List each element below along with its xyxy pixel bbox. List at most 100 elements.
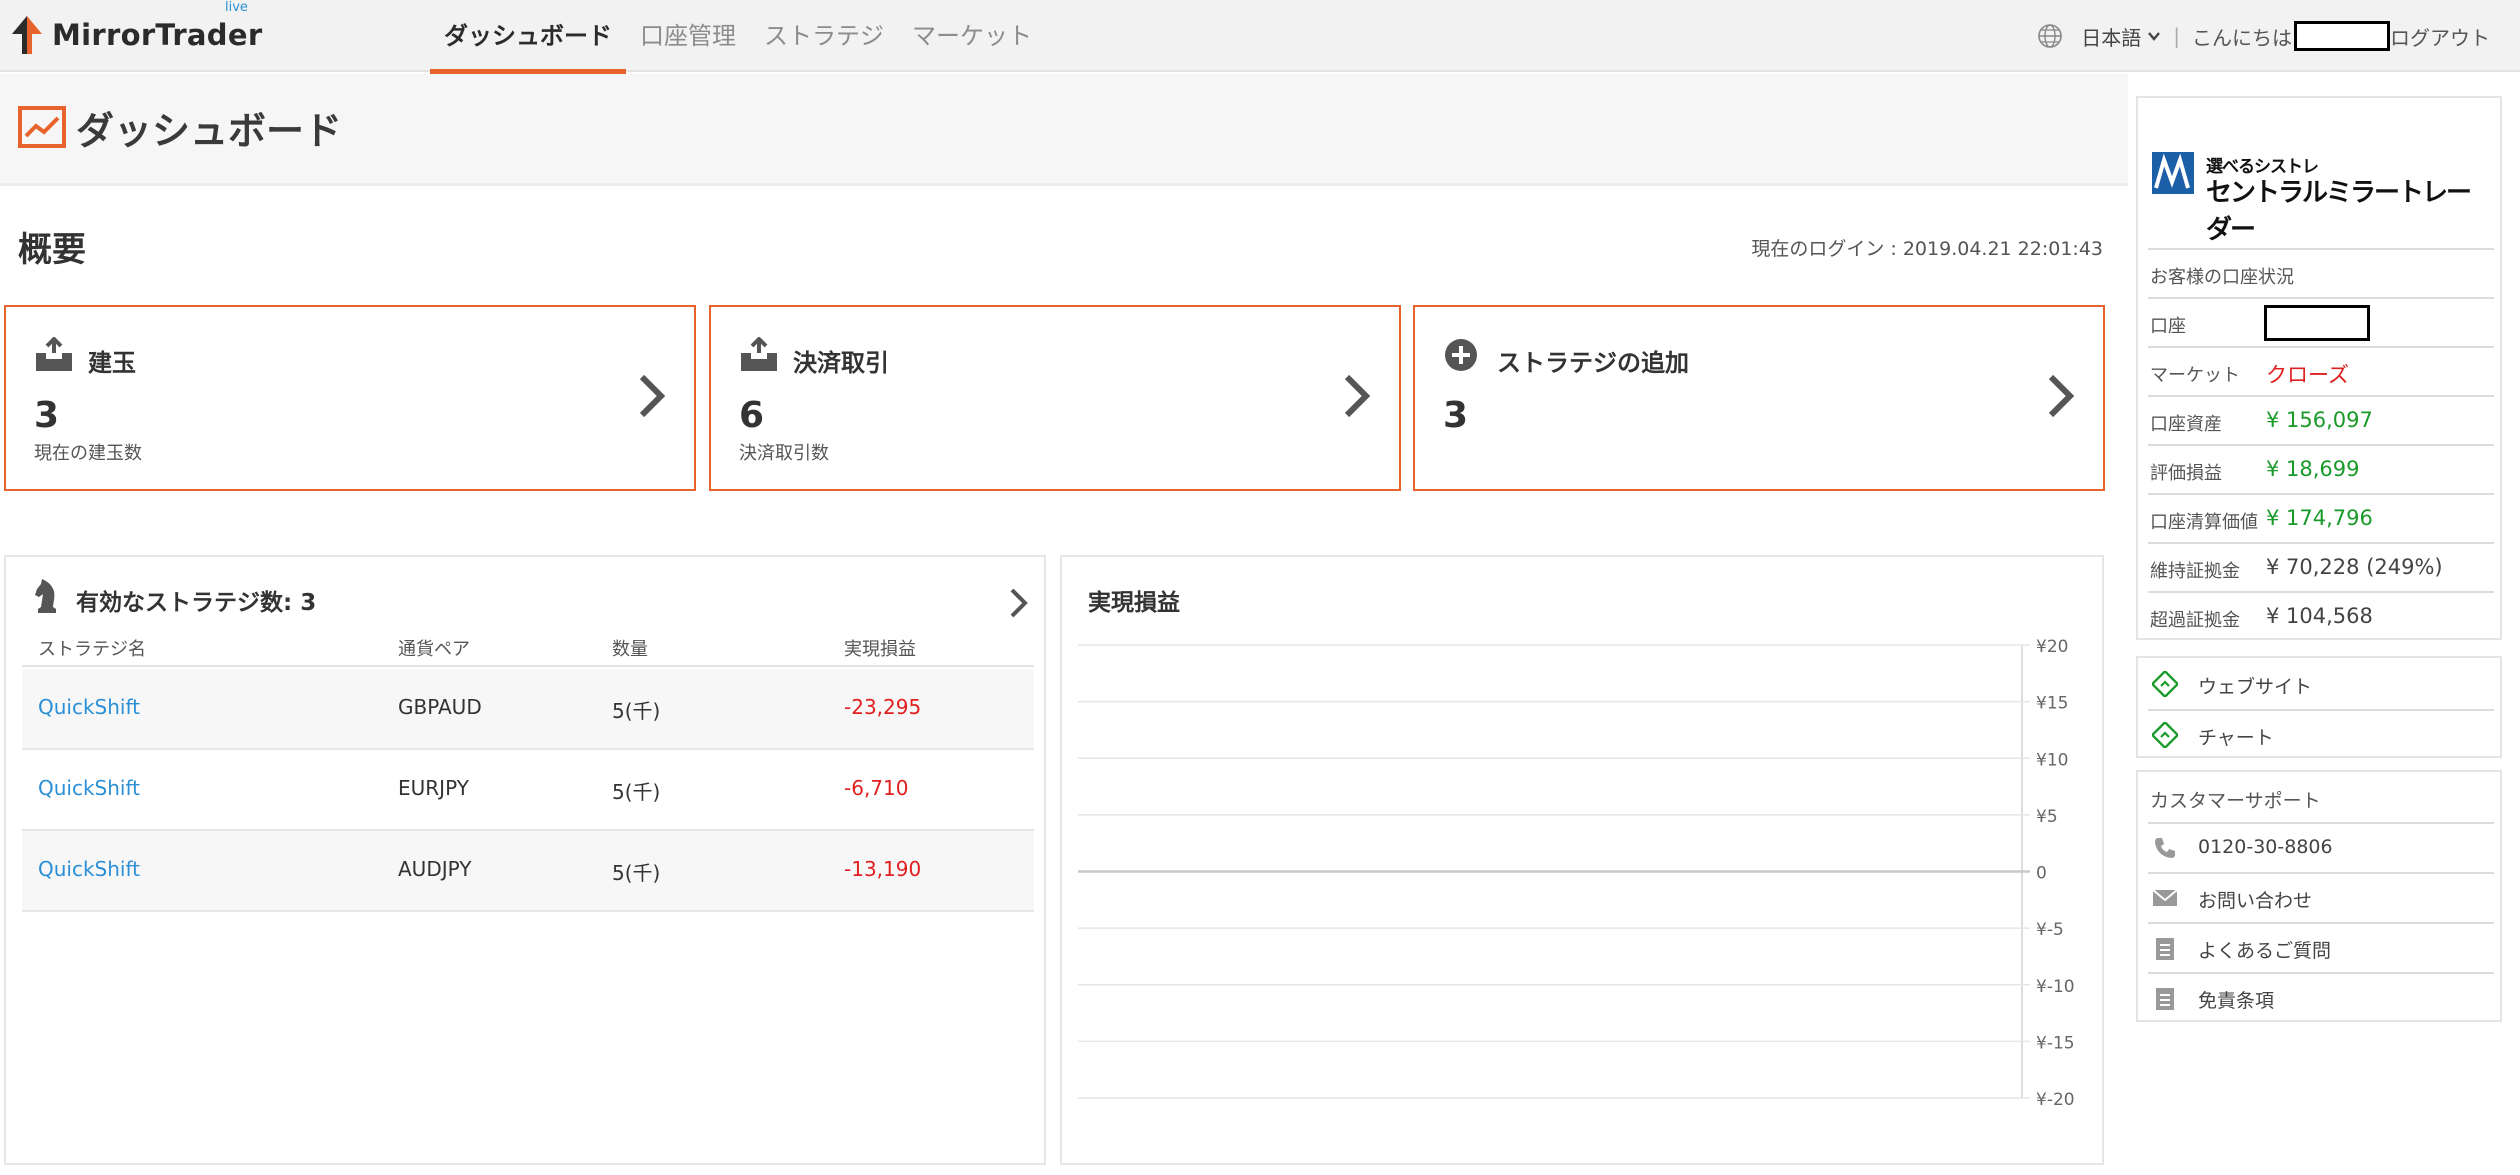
language-label: 日本語 xyxy=(2081,25,2142,50)
disclaimer-link[interactable]: 免責条項 xyxy=(2148,972,2494,1020)
realized-pl: -13,190 xyxy=(844,857,922,881)
assets-value: ¥ 156,097 xyxy=(2266,408,2373,432)
strategy-link[interactable]: QuickShift xyxy=(38,857,140,881)
card-subtitle: 現在の建玉数 xyxy=(34,443,142,464)
user-area: 日本語 | こんにちは ログアウト xyxy=(2037,0,2490,72)
card-title: ストラテジの追加 xyxy=(1497,349,1689,377)
liquidation-label: 口座清算価値 xyxy=(2150,512,2258,533)
maintenance-margin-value: ¥ 70,228 (249%) xyxy=(2266,555,2443,579)
support-title: カスタマーサポート xyxy=(2150,790,2321,812)
y-tick-label: 0 xyxy=(2036,864,2047,884)
phone-number: 0120-30-8806 xyxy=(2198,836,2333,858)
chevron-right-icon xyxy=(2048,374,2075,418)
clipboard-icon xyxy=(2156,988,2174,1010)
nav-account-management[interactable]: 口座管理 xyxy=(626,0,750,72)
account-row: 口座 xyxy=(2148,297,2494,346)
phone-row[interactable]: 0120-30-8806 xyxy=(2148,822,2494,870)
external-link-icon xyxy=(2152,722,2178,748)
language-selector[interactable]: 日本語 xyxy=(2081,22,2161,51)
unrealized-pl-value: ¥ 18,699 xyxy=(2266,457,2360,481)
external-links-panel: ウェブサイト チャート xyxy=(2136,656,2502,758)
table-row: QuickShift GBPAUD 5(千) -23,295 xyxy=(22,669,1034,750)
external-link-icon xyxy=(2152,671,2178,697)
strategy-link[interactable]: QuickShift xyxy=(38,776,140,800)
mail-icon xyxy=(2152,889,2178,906)
col-strategy-name: ストラテジ名 xyxy=(38,639,146,660)
closed-trades-card[interactable]: 決済取引 6 決済取引数 xyxy=(709,305,1401,491)
separator: | xyxy=(2173,24,2180,48)
plus-circle-icon xyxy=(1445,339,1477,371)
excess-margin-row: 超過証拠金 ¥ 104,568 xyxy=(2148,591,2494,640)
redacted-username xyxy=(2294,21,2390,51)
brand-name: セントラルミラートレーダー xyxy=(2206,178,2472,245)
brand-logo-icon xyxy=(2152,152,2194,194)
logo-arrow-icon xyxy=(12,16,42,54)
open-positions-card[interactable]: 建玉 3 現在の建玉数 xyxy=(4,305,696,491)
chart-link[interactable]: チャート xyxy=(2148,709,2494,757)
card-count: 3 xyxy=(1443,395,1469,436)
realized-pl-chart-panel: 実現損益 ¥20 ¥15 ¥10 ¥5 0 ¥-5 ¥-10 ¥-15 ¥-20 xyxy=(1060,555,2104,1165)
account-status-panel: 選べるシストレ セントラルミラートレーダー お客様の口座状況 口座 マーケット … xyxy=(2136,96,2502,640)
col-currency-pair: 通貨ペア xyxy=(398,639,470,660)
unrealized-pl-row: 評価損益 ¥ 18,699 xyxy=(2148,444,2494,493)
col-quantity: 数量 xyxy=(612,639,648,660)
realized-pl: -6,710 xyxy=(844,776,909,800)
y-tick-label: ¥20 xyxy=(2036,637,2068,657)
account-status-heading: お客様の口座状況 xyxy=(2148,248,2494,297)
faq-label: よくあるご質問 xyxy=(2198,940,2332,962)
table-row: QuickShift AUDJPY 5(千) -13,190 xyxy=(22,831,1034,912)
excess-margin-label: 超過証拠金 xyxy=(2150,610,2240,631)
y-tick-label: ¥-10 xyxy=(2036,977,2075,997)
liquidation-value-row: 口座清算価値 ¥ 174,796 xyxy=(2148,493,2494,542)
card-title: 決済取引 xyxy=(793,349,889,377)
phone-icon xyxy=(2155,838,2175,858)
overview-title: 概要 xyxy=(18,230,86,270)
quantity: 5(千) xyxy=(612,861,661,885)
line-chart-icon xyxy=(18,106,66,148)
unrealized-pl-label: 評価損益 xyxy=(2150,463,2222,484)
y-tick-label: ¥-20 xyxy=(2036,1090,2075,1110)
nav-dashboard[interactable]: ダッシュボード xyxy=(430,0,626,74)
market-status: クローズ xyxy=(2266,363,2349,387)
account-assets-row: 口座資産 ¥ 156,097 xyxy=(2148,395,2494,444)
currency-pair: GBPAUD xyxy=(398,695,482,719)
chevron-right-icon xyxy=(1344,374,1371,418)
currency-pair: EURJPY xyxy=(398,776,469,800)
assets-label: 口座資産 xyxy=(2150,414,2222,435)
main-nav: ダッシュボード 口座管理 ストラテジ マーケット xyxy=(430,0,1046,74)
chart-label: チャート xyxy=(2198,727,2274,749)
chess-knight-icon xyxy=(35,579,56,613)
excess-margin-value: ¥ 104,568 xyxy=(2266,604,2373,628)
market-label: マーケット xyxy=(2150,365,2240,386)
faq-link[interactable]: よくあるご質問 xyxy=(2148,922,2494,970)
logout-link[interactable]: ログアウト xyxy=(2390,22,2490,51)
y-tick-label: ¥15 xyxy=(2036,694,2068,714)
nav-market[interactable]: マーケット xyxy=(898,0,1046,72)
contact-link[interactable]: お問い合わせ xyxy=(2148,872,2494,920)
disclaimer-label: 免責条項 xyxy=(2198,990,2275,1012)
quantity: 5(千) xyxy=(612,699,661,723)
active-strategies-title: 有効なストラテジ数: 3 xyxy=(76,590,317,616)
chevron-right-icon[interactable] xyxy=(1008,587,1028,619)
contact-label: お問い合わせ xyxy=(2198,890,2313,912)
liquidation-value: ¥ 174,796 xyxy=(2266,506,2373,530)
strategy-link[interactable]: QuickShift xyxy=(38,695,140,719)
card-subtitle: 決済取引数 xyxy=(739,443,829,464)
website-link[interactable]: ウェブサイト xyxy=(2148,660,2494,708)
customer-support-panel: カスタマーサポート 0120-30-8806 お問い合わせ よくあるご質問 免責… xyxy=(2136,770,2502,1022)
chevron-right-icon xyxy=(639,374,666,418)
y-tick-label: ¥-15 xyxy=(2036,1033,2075,1053)
card-count: 3 xyxy=(34,395,60,436)
redacted-account-number xyxy=(2264,305,2370,341)
status-title: お客様の口座状況 xyxy=(2150,267,2294,288)
top-navigation-bar: MirrorTrader live ダッシュボード 口座管理 ストラテジ マーケ… xyxy=(0,0,2520,74)
add-strategy-card[interactable]: ストラテジの追加 3 xyxy=(1413,305,2105,491)
maintenance-margin-row: 維持証拠金 ¥ 70,228 (249%) xyxy=(2148,542,2494,591)
last-login-text: 現在のログイン : 2019.04.21 22:01:43 xyxy=(1751,238,2103,260)
nav-strategy[interactable]: ストラテジ xyxy=(750,0,898,72)
globe-icon[interactable] xyxy=(2037,23,2063,49)
central-mirror-trader-logo: 選べるシストレ セントラルミラートレーダー xyxy=(2152,138,2492,245)
strategy-table-header: ストラテジ名 通貨ペア 数量 実現損益 xyxy=(22,633,1034,667)
page-title: ダッシュボード xyxy=(76,109,343,153)
mirrortrader-logo[interactable]: MirrorTrader xyxy=(10,10,262,60)
